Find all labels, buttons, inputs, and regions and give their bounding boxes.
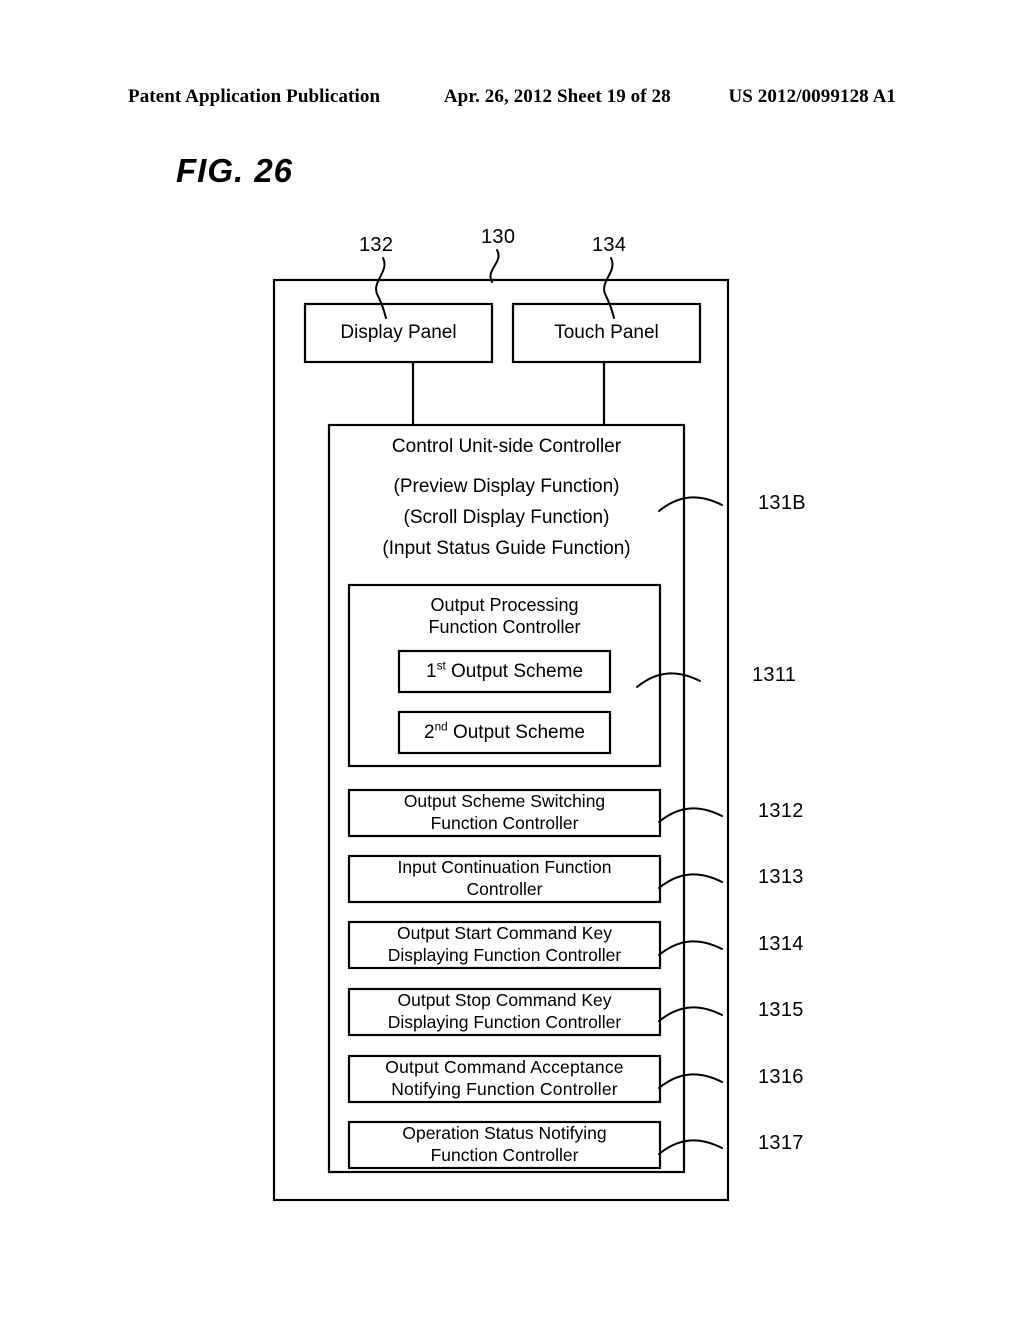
callout-131B: 131B: [758, 492, 806, 514]
display-panel-label: Display Panel: [340, 322, 457, 344]
first-output-scheme-text: Output Scheme: [445, 660, 584, 682]
output-start-command-key-label: Output Start Command Key Displaying Func…: [387, 923, 622, 965]
callout-132: 132: [359, 234, 394, 256]
leader-line-1317: [658, 1139, 723, 1155]
leader-line-1313: [658, 873, 723, 889]
leader-line-1312: [658, 807, 723, 823]
preview-display-function-label: (Preview Display Function): [393, 476, 620, 498]
callout-1313: 1313: [758, 866, 804, 888]
output-command-acceptance-label: Output Command Acceptance Notifying Func…: [385, 1057, 624, 1099]
second-output-scheme-ordinal: nd: [434, 720, 448, 734]
callout-134: 134: [592, 234, 627, 256]
scroll-display-function-label: (Scroll Display Function): [403, 507, 610, 529]
callout-1315: 1315: [758, 999, 804, 1021]
callout-1311: 1311: [752, 664, 797, 686]
input-continuation-label: Input Continuation Function Controller: [397, 857, 612, 899]
touch-panel-label: Touch Panel: [554, 322, 659, 344]
first-output-scheme-ordinal: st: [436, 659, 446, 673]
output-stop-command-key-label: Output Stop Command Key Displaying Funct…: [387, 990, 622, 1032]
callout-1312: 1312: [758, 800, 804, 822]
callout-130: 130: [481, 226, 516, 248]
leader-line-1316: [658, 1073, 723, 1089]
second-output-scheme-label: 2nd Output Scheme: [399, 712, 610, 753]
output-processing-function-controller-label: Output Processing Function Controller: [428, 594, 581, 638]
input-status-guide-function-label: (Input Status Guide Function): [382, 538, 631, 560]
callout-1316: 1316: [758, 1066, 804, 1088]
first-output-scheme-label: 1st Output Scheme: [399, 651, 610, 692]
second-output-scheme-text: Output Scheme: [447, 721, 585, 743]
second-output-scheme-number: 2: [424, 721, 435, 743]
leader-line-1314: [658, 940, 723, 956]
callout-1317: 1317: [758, 1132, 804, 1154]
leader-line-130: [489, 249, 500, 283]
first-output-scheme-number: 1: [425, 660, 437, 682]
leader-line-1311: [636, 672, 701, 688]
output-scheme-switching-label: Output Scheme Switching Function Control…: [403, 791, 606, 833]
control-unit-side-controller-title: Control Unit-side Controller: [391, 436, 622, 458]
callout-1314: 1314: [758, 933, 804, 955]
operation-status-notifying-label: Operation Status Notifying Function Cont…: [402, 1123, 607, 1165]
leader-line-1315: [658, 1006, 723, 1022]
